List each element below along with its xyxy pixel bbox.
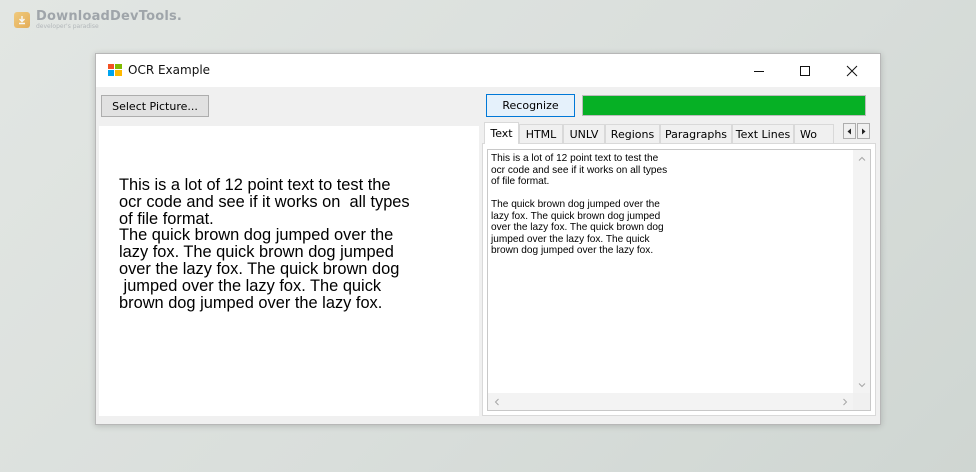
arrow-left-icon [847,128,851,134]
tab-html[interactable]: HTML [519,124,563,143]
vertical-scrollbar[interactable] [853,150,870,393]
scrollbar-corner [853,393,870,410]
tab-strip: Text HTML UNLV Regions Paragraphs Text L… [482,122,876,144]
scroll-right-button[interactable] [836,393,853,410]
select-picture-button[interactable]: Select Picture... [101,95,209,117]
recognize-button[interactable]: Recognize [486,94,575,117]
progress-bar [582,95,866,116]
tab-regions[interactable]: Regions [605,124,660,143]
close-icon [846,65,858,76]
watermark-name: DownloadDevTools. [36,9,183,24]
ocr-result-textbox[interactable]: This is a lot of 12 point text to test t… [487,149,871,411]
window-title: OCR Example [128,63,211,77]
scroll-down-button[interactable] [853,376,870,393]
minimize-icon [754,70,764,72]
watermark: DownloadDevTools. developer's paradise [14,10,182,30]
chevron-up-icon [858,156,865,161]
tab-words[interactable]: Wo [794,124,834,143]
client-area: Select Picture... Recognize This is a lo… [96,87,880,424]
app-icon [108,64,122,76]
chevron-left-icon [494,398,499,405]
title-bar[interactable]: OCR Example [96,54,880,87]
scroll-up-button[interactable] [853,150,870,167]
tab-text-lines[interactable]: Text Lines [732,124,794,143]
scroll-left-button[interactable] [488,393,505,410]
tab-page-text: This is a lot of 12 point text to test t… [482,143,876,416]
horizontal-scrollbar[interactable] [488,393,853,410]
tab-paragraphs[interactable]: Paragraphs [660,124,732,143]
ocr-result-text: This is a lot of 12 point text to test t… [491,153,668,256]
minimize-button[interactable] [736,54,782,87]
tab-scroll-right-button[interactable] [857,123,870,139]
maximize-button[interactable] [782,54,828,87]
download-logo-icon [14,12,30,28]
tab-text[interactable]: Text [484,122,519,144]
chevron-right-icon [842,398,847,405]
close-button[interactable] [829,54,875,87]
app-window: OCR Example Select Picture... Recognize … [95,53,881,425]
picture-image-text: This is a lot of 12 point text to test t… [119,176,410,312]
tab-scroll-left-button[interactable] [843,123,856,139]
watermark-tagline: developer's paradise [36,23,99,30]
progress-fill [583,96,865,115]
picture-box[interactable]: This is a lot of 12 point text to test t… [99,126,479,416]
arrow-right-icon [862,128,866,134]
tab-unlv[interactable]: UNLV [563,124,605,143]
chevron-down-icon [858,382,865,387]
maximize-icon [800,65,810,76]
